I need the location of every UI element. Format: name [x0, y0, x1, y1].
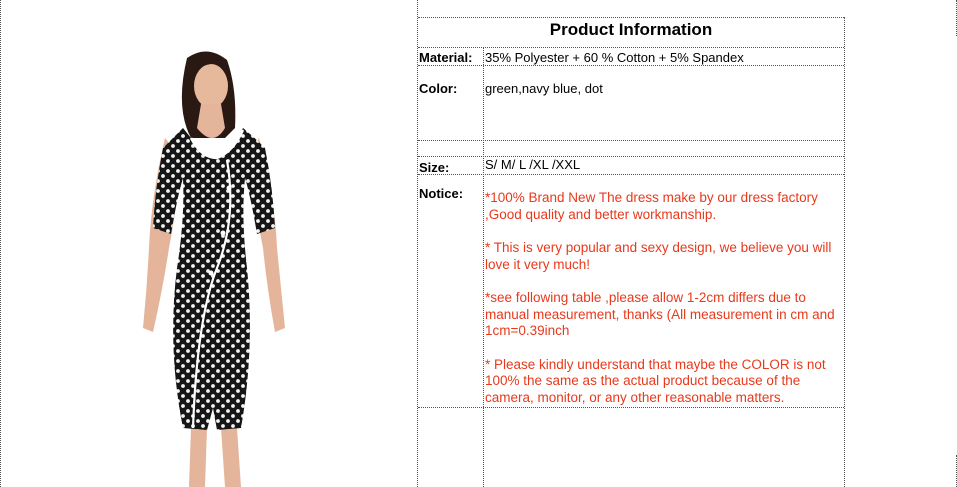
color-value: green,navy blue, dot: [485, 81, 603, 96]
notice-text: *100% Brand New The dress make by our dr…: [485, 190, 845, 406]
notice-paragraph: * This is very popular and sexy design, …: [485, 240, 832, 272]
material-value: 35% Polyester + 60 % Cotton + 5% Spandex: [485, 50, 744, 65]
table-row-line: [418, 156, 844, 157]
left-border: [0, 0, 1, 487]
table-row-line: [418, 407, 844, 408]
dress-model-image: [143, 51, 285, 487]
table-col-line: [483, 47, 484, 487]
size-label: Size:: [419, 160, 450, 175]
divider-left: [417, 0, 418, 487]
notice-paragraph: *see following table ,please allow 1-2cm…: [485, 290, 835, 338]
notice-paragraph: *100% Brand New The dress make by our dr…: [485, 190, 818, 222]
material-label: Material:: [419, 50, 473, 65]
table-row-line: [418, 47, 844, 48]
table-row-line: [418, 174, 844, 175]
table-row-line: [418, 140, 844, 141]
table-title: Product Information: [549, 20, 713, 39]
color-label: Color:: [419, 81, 458, 96]
size-value: S/ M/ L /XL /XXL: [485, 157, 581, 172]
notice-label: Notice:: [419, 186, 464, 201]
notice-paragraph: * Please kindly understand that maybe th…: [485, 356, 826, 405]
